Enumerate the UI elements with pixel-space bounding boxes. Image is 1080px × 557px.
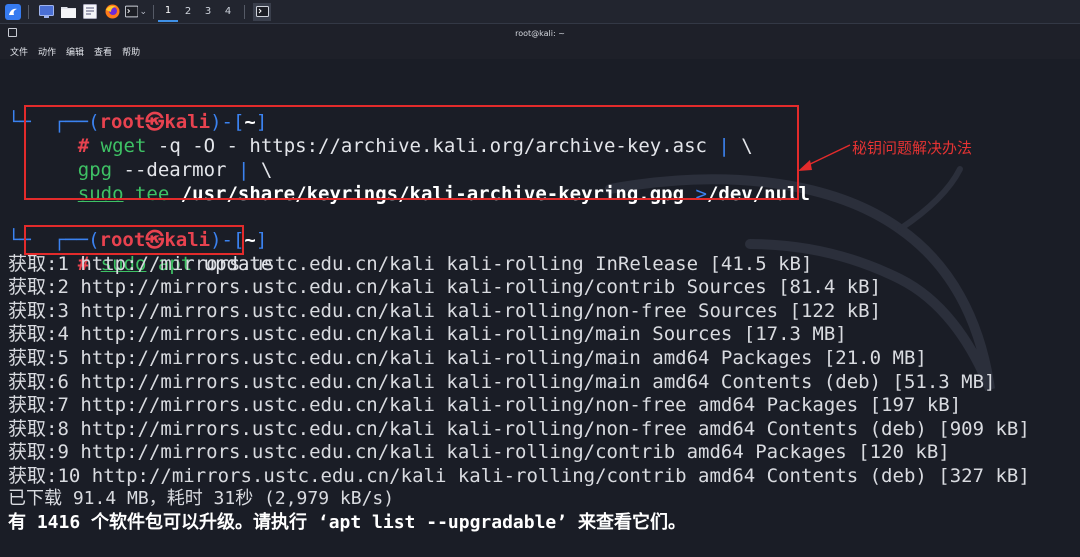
output-text: :2 http://mirrors.ustc.edu.cn/kali kali-… — [46, 276, 882, 298]
top-panel: ⌄ 1 2 3 4 — [0, 0, 1080, 24]
window-titlebar[interactable]: root@kali: ~ — [0, 24, 1080, 43]
terminal-area[interactable]: ┌──(root㉿kali)-[~] └─ # wget -q -O - htt… — [0, 59, 1080, 557]
chevron-down-icon[interactable]: ⌄ — [139, 7, 147, 17]
menu-file[interactable]: 文件 — [10, 45, 28, 58]
output-label: 获取 — [8, 441, 47, 463]
arrow-icon — [798, 144, 851, 171]
output-line: 获取:7 http://mirrors.ustc.edu.cn/kali kal… — [8, 393, 961, 417]
output-label: 获取 — [8, 347, 47, 369]
menu-help[interactable]: 帮助 — [122, 45, 140, 58]
output-label: 获取 — [8, 394, 47, 416]
desktop-icon[interactable] — [37, 3, 55, 21]
highlight-box-apt-update — [24, 225, 244, 255]
workspace-2[interactable]: 2 — [178, 1, 198, 22]
output-text: :8 http://mirrors.ustc.edu.cn/kali kali-… — [46, 418, 1030, 440]
output-label: 获取 — [8, 300, 47, 322]
output-text: :9 http://mirrors.ustc.edu.cn/kali kali-… — [46, 441, 950, 463]
output-line: 获取:6 http://mirrors.ustc.edu.cn/kali kal… — [8, 370, 995, 394]
menu-edit[interactable]: 编辑 — [66, 45, 84, 58]
menu-view[interactable]: 查看 — [94, 45, 112, 58]
output-text: :3 http://mirrors.ustc.edu.cn/kali kali-… — [46, 300, 882, 322]
panel-separator — [28, 4, 29, 19]
download-summary: 已下载 91.4 MB，耗时 31秒 (2,979 kB/s) — [8, 488, 395, 509]
output-label: 获取 — [8, 418, 47, 440]
text-editor-icon[interactable] — [81, 3, 99, 21]
output-text: :4 http://mirrors.ustc.edu.cn/kali kali-… — [46, 323, 847, 345]
workspace-1[interactable]: 1 — [158, 1, 178, 22]
output-line: 获取:1 http://mirrors.ustc.edu.cn/kali kal… — [8, 252, 812, 276]
workspace-3[interactable]: 3 — [198, 1, 218, 22]
kali-menu-icon[interactable] — [4, 3, 22, 21]
output-text: :6 http://mirrors.ustc.edu.cn/kali kali-… — [46, 371, 996, 393]
panel-separator — [244, 4, 245, 19]
window-title: root@kali: ~ — [515, 29, 565, 38]
output-label: 获取 — [8, 465, 47, 487]
output-text: :10 http://mirrors.ustc.edu.cn/kali kali… — [46, 465, 1030, 487]
output-line: 获取:9 http://mirrors.ustc.edu.cn/kali kal… — [8, 440, 950, 464]
output-line: 获取:4 http://mirrors.ustc.edu.cn/kali kal… — [8, 322, 847, 346]
panel-separator — [153, 4, 154, 19]
menubar: 文件 动作 编辑 查看 帮助 — [0, 43, 1080, 59]
output-label: 获取 — [8, 371, 47, 393]
output-line: 获取:8 http://mirrors.ustc.edu.cn/kali kal… — [8, 417, 1030, 441]
highlight-box-key-fix — [24, 105, 799, 200]
output-label: 获取 — [8, 276, 47, 298]
taskbar-terminal-window[interactable] — [253, 2, 271, 21]
output-label: 获取 — [8, 323, 47, 345]
workspace-4[interactable]: 4 — [218, 1, 238, 22]
firefox-icon[interactable] — [103, 3, 121, 21]
menu-action[interactable]: 动作 — [38, 45, 56, 58]
annotation-label: 秘钥问题解决办法 — [852, 139, 973, 157]
output-line: 获取:5 http://mirrors.ustc.edu.cn/kali kal… — [8, 346, 927, 370]
upgrade-notice: 有 1416 个软件包可以升级。请执行 ‘apt list --upgradab… — [8, 512, 686, 533]
output-label: 获取 — [8, 253, 47, 275]
files-icon[interactable] — [59, 3, 77, 21]
output-line: 获取:3 http://mirrors.ustc.edu.cn/kali kal… — [8, 299, 881, 323]
output-text: :1 http://mirrors.ustc.edu.cn/kali kali-… — [46, 253, 813, 275]
output-line: 获取:2 http://mirrors.ustc.edu.cn/kali kal… — [8, 275, 881, 299]
output-text: :7 http://mirrors.ustc.edu.cn/kali kali-… — [46, 394, 962, 416]
output-text: :5 http://mirrors.ustc.edu.cn/kali kali-… — [46, 347, 927, 369]
output-line: 获取:10 http://mirrors.ustc.edu.cn/kali ka… — [8, 464, 1030, 488]
terminal-icon[interactable]: ⌄ — [125, 3, 147, 21]
